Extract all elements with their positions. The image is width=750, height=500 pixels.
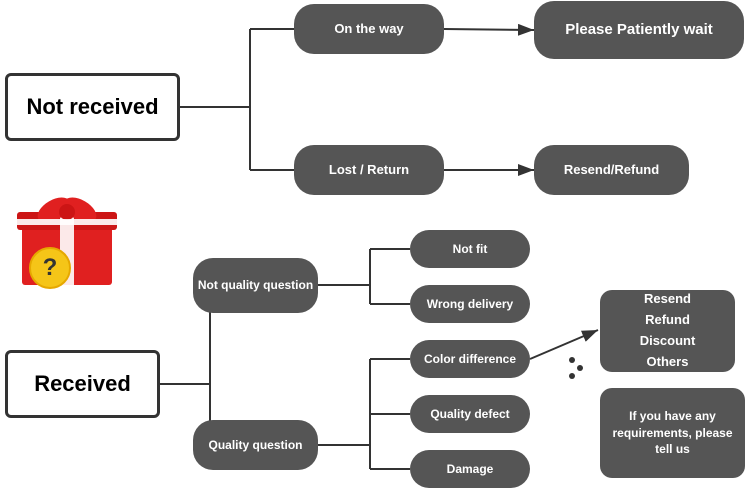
on-the-way-box: On the way — [294, 4, 444, 54]
lost-return-box: Lost / Return — [294, 145, 444, 195]
color-difference-box: Color difference — [410, 340, 530, 378]
requirements-box: If you have any requirements, please tel… — [600, 388, 745, 478]
resend-refund-top-box: Resend/Refund — [534, 145, 689, 195]
resend-options-box: Resend Refund Discount Others — [600, 290, 735, 372]
please-wait-box: Please Patiently wait — [534, 1, 744, 59]
diagram: Not received On the way Please Patiently… — [0, 0, 750, 500]
quality-defect-box: Quality defect — [410, 395, 530, 433]
gift-svg: ? — [12, 180, 122, 290]
svg-text:?: ? — [43, 254, 58, 281]
wrong-delivery-box: Wrong delivery — [410, 285, 530, 323]
damage-box: Damage — [410, 450, 530, 488]
not-quality-box: Not quality question — [193, 258, 318, 313]
resend-options-text: Resend Refund Discount Others — [640, 289, 696, 372]
not-fit-box: Not fit — [410, 230, 530, 268]
quality-question-box: Quality question — [193, 420, 318, 470]
requirements-text: If you have any requirements, please tel… — [608, 408, 737, 458]
not-received-box: Not received — [5, 73, 180, 141]
gift-icon-area: ? — [12, 180, 122, 290]
received-box: Received — [5, 350, 160, 418]
